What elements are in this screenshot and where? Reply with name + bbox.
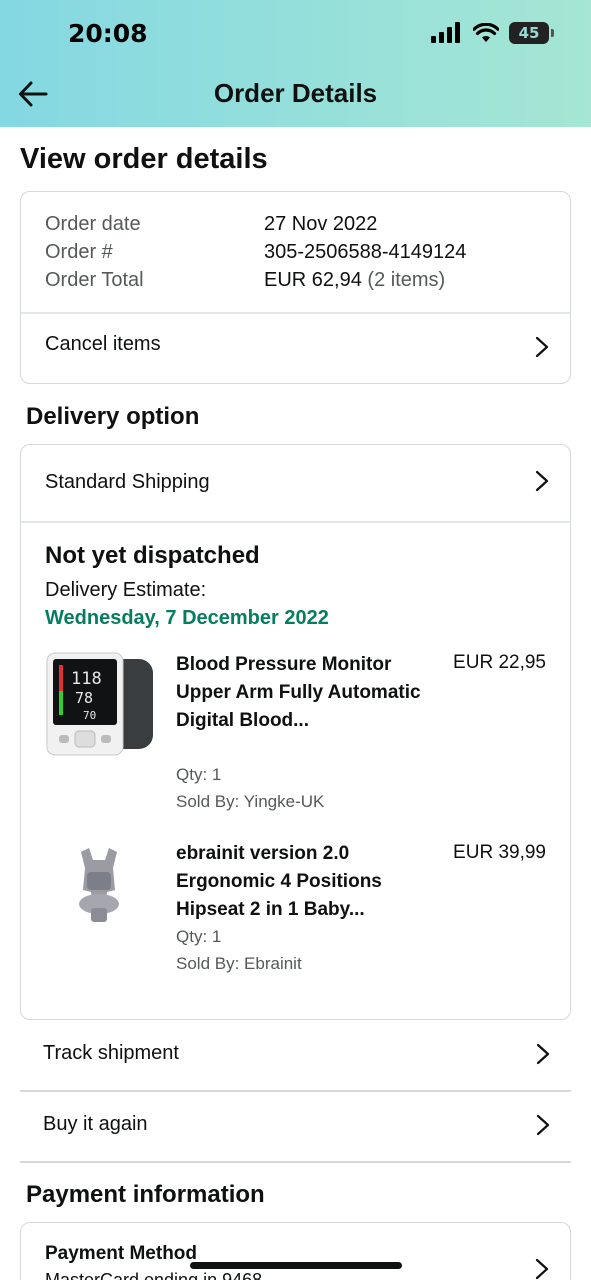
chevron-right-icon — [536, 1043, 550, 1065]
order-number-label: Order # — [45, 241, 113, 263]
page-title: Order Details — [213, 78, 378, 108]
payment-method-label: Payment Method — [45, 1243, 198, 1264]
payment-method-card[interactable]: Payment Method MasterCard ending in 9468 — [20, 1222, 571, 1280]
order-item-count: (2 items) — [367, 269, 446, 291]
track-shipment-row[interactable]: Track shipment — [20, 1021, 571, 1090]
order-total-amount: EUR 62,94 — [264, 269, 362, 291]
order-number-value: 305-2506588-4149124 — [264, 241, 467, 263]
battery-icon: 45 — [509, 22, 554, 44]
delivery-option-heading: Delivery option — [26, 403, 200, 430]
blood-pressure-monitor-image: 118 78 70 — [46, 652, 153, 756]
item-quantity: Qty: 1 — [176, 765, 222, 784]
item-seller: Sold By: Yingke-UK — [176, 792, 325, 811]
order-total-value: EUR 62,94 (2 items) — [264, 269, 445, 292]
track-shipment-label: Track shipment — [43, 1042, 179, 1064]
chevron-right-icon — [536, 1114, 550, 1136]
order-date-value: 27 Nov 2022 — [264, 213, 378, 235]
cancel-items-row[interactable]: Cancel items — [21, 313, 570, 383]
delivery-estimate-label: Delivery Estimate: — [45, 579, 207, 601]
battery-level: 45 — [518, 24, 540, 42]
shipment-status: Not yet dispatched — [45, 542, 260, 569]
svg-text:70: 70 — [83, 709, 96, 722]
buy-it-again-row[interactable]: Buy it again — [20, 1092, 571, 1161]
baby-carrier-image — [79, 848, 119, 922]
order-total-label: Order Total — [45, 269, 144, 291]
chevron-right-icon — [535, 1258, 549, 1280]
wifi-icon — [473, 23, 499, 42]
item-price: EUR 22,95 — [453, 652, 546, 673]
buy-it-again-label: Buy it again — [43, 1113, 148, 1135]
section-heading-view-order: View order details — [20, 143, 268, 175]
divider — [20, 1161, 571, 1163]
app-header: 20:08 45 Order Details — [0, 0, 591, 127]
chevron-right-icon — [535, 336, 549, 358]
status-icons: 45 — [431, 22, 554, 44]
order-summary-card: Order date 27 Nov 2022 Order # 305-25065… — [20, 191, 571, 384]
svg-text:78: 78 — [75, 689, 93, 707]
cellular-signal-icon — [431, 22, 460, 43]
svg-text:118: 118 — [71, 669, 102, 689]
shipping-method-label: Standard Shipping — [45, 471, 210, 493]
item-title[interactable]: Blood Pressure Monitor Upper Arm Fully A… — [176, 651, 426, 735]
payment-information-heading: Payment information — [26, 1181, 265, 1208]
status-time: 20:08 — [68, 19, 148, 48]
item-title[interactable]: ebrainit version 2.0 Ergonomic 4 Positio… — [176, 840, 426, 924]
item-quantity: Qty: 1 — [176, 927, 222, 946]
cancel-items-label: Cancel items — [45, 333, 161, 355]
shipping-method-row[interactable]: Standard Shipping — [21, 445, 570, 521]
delivery-estimate-date: Wednesday, 7 December 2022 — [45, 607, 329, 629]
delivery-card: Standard Shipping Not yet dispatched Del… — [20, 444, 571, 1020]
item-seller: Sold By: Ebrainit — [176, 954, 302, 973]
chevron-right-icon — [535, 470, 549, 492]
order-date-label: Order date — [45, 213, 141, 235]
payment-method-value: MasterCard ending in 9468 — [45, 1270, 263, 1280]
divider — [21, 521, 570, 523]
item-price: EUR 39,99 — [453, 842, 546, 863]
home-indicator — [190, 1262, 402, 1269]
